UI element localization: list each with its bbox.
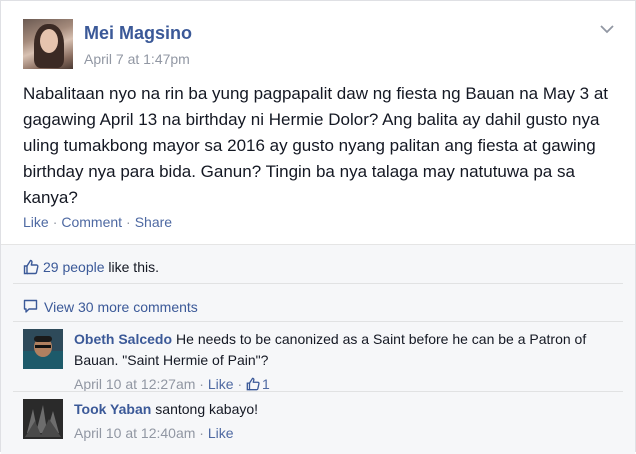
post-actions: Like · Comment · Share: [23, 214, 172, 230]
likes-summary: 29 people like this.: [23, 259, 159, 275]
thumbs-up-icon: [246, 377, 260, 391]
meta-separator: ·: [199, 425, 204, 441]
thumbs-up-icon: [23, 259, 39, 274]
comment-like-link[interactable]: Like: [208, 425, 234, 441]
comment-bubble-icon: [23, 300, 38, 313]
comment-like-count[interactable]: 1: [262, 376, 270, 392]
comment-author[interactable]: Obeth Salcedo: [74, 331, 172, 347]
comment-meta: April 10 at 12:40am · Like: [74, 425, 234, 441]
action-separator: ·: [52, 214, 58, 230]
like-link[interactable]: Like: [23, 214, 49, 230]
comment-body: Took Yaban santong kabayo!: [74, 399, 594, 420]
divider: [13, 283, 623, 284]
commenter-avatar[interactable]: [23, 399, 63, 439]
comment-timestamp[interactable]: April 10 at 12:40am: [74, 425, 195, 441]
comment-link[interactable]: Comment: [61, 214, 122, 230]
meta-separator: ·: [237, 376, 243, 392]
share-link[interactable]: Share: [135, 214, 172, 230]
post-timestamp[interactable]: April 7 at 1:47pm: [84, 51, 190, 67]
author-name[interactable]: Mei Magsino: [84, 23, 192, 44]
comment-text: santong kabayo!: [155, 401, 259, 417]
feedback-section: 29 people like this. View 30 more commen…: [1, 244, 635, 454]
likes-count-link[interactable]: 29 people: [43, 259, 105, 275]
chevron-down-icon[interactable]: [599, 23, 615, 35]
meta-separator: ·: [199, 376, 204, 392]
comment-meta: April 10 at 12:27am · Like · 1: [74, 376, 270, 392]
facebook-post: Mei Magsino April 7 at 1:47pm Nabalitaan…: [0, 0, 636, 454]
post-body: Nabalitaan nyo na rin ba yung pagpapalit…: [23, 84, 609, 207]
divider: [13, 321, 623, 322]
divider: [13, 391, 623, 392]
comment-timestamp[interactable]: April 10 at 12:27am: [74, 376, 195, 392]
view-more-label[interactable]: View 30 more comments: [44, 299, 198, 315]
comment-like-link[interactable]: Like: [208, 376, 234, 392]
action-separator: ·: [126, 214, 131, 230]
view-more-comments[interactable]: View 30 more comments: [23, 299, 198, 315]
commenter-avatar[interactable]: [23, 329, 63, 369]
likes-suffix: like this.: [104, 259, 159, 275]
comment-author[interactable]: Took Yaban: [74, 401, 151, 417]
author-avatar[interactable]: [23, 19, 73, 69]
comment-body: Obeth Salcedo He needs to be canonized as…: [74, 329, 594, 371]
